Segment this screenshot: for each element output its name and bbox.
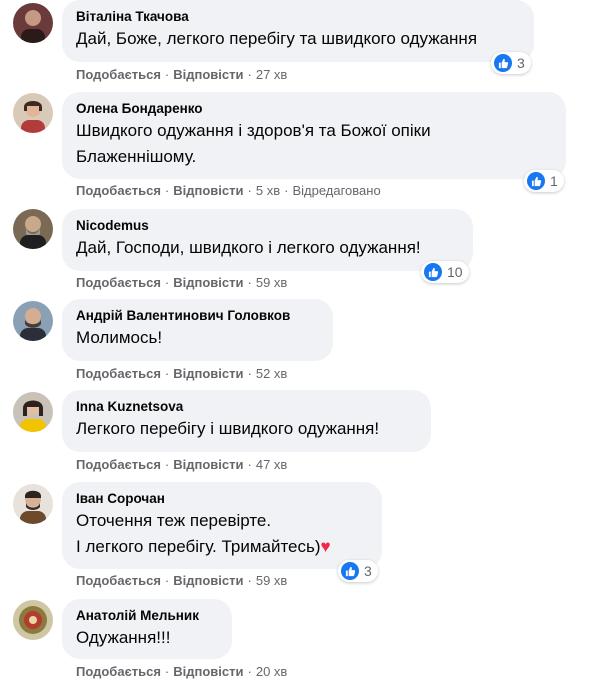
avatar[interactable] <box>13 301 53 341</box>
comment-author[interactable]: Nicodemus <box>76 217 461 235</box>
comment-text: Дай, Боже, легкого перебігу та швидкого … <box>76 29 478 48</box>
timestamp[interactable]: 20 хв <box>256 664 287 679</box>
avatar[interactable] <box>13 209 53 249</box>
timestamp[interactable]: 52 хв <box>256 366 287 381</box>
thumbs-up-icon <box>494 54 512 72</box>
like-button[interactable]: Подобається <box>76 183 161 198</box>
comment-bubble: Іван Сорочан Оточення теж перевірте. І л… <box>62 482 382 569</box>
comment-text: Одужання!!! <box>76 628 171 647</box>
comment-actions: Подобається · Відповісти · 59 хв <box>76 573 288 588</box>
comment-author[interactable]: Андрій Валентинович Головков <box>76 307 321 325</box>
comment-author[interactable]: Анатолій Мельник <box>76 607 220 625</box>
like-button[interactable]: Подобається <box>76 67 161 82</box>
thumbs-up-icon <box>424 263 442 281</box>
reply-button[interactable]: Відповісти <box>173 664 243 679</box>
like-button[interactable]: Подобається <box>76 366 161 381</box>
reply-button[interactable]: Відповісти <box>173 67 243 82</box>
comment-text: Дай, Господи, швидкого і легкого одужанн… <box>76 238 421 257</box>
comment-actions: Подобається · Відповісти · 20 хв <box>76 664 288 679</box>
avatar[interactable] <box>13 600 53 640</box>
comment-text: Легкого перебігу і швидкого одужання! <box>76 419 380 438</box>
avatar[interactable] <box>13 3 53 43</box>
reply-button[interactable]: Відповісти <box>173 573 243 588</box>
comment-actions: Подобається · Відповісти · 59 хв <box>76 275 288 290</box>
reply-button[interactable]: Відповісти <box>173 275 243 290</box>
comment-actions: Подобається · Відповісти · 47 хв <box>76 457 288 472</box>
reaction-count: 3 <box>364 563 372 579</box>
comment-text: Молимось! <box>76 328 163 347</box>
comment-text: І легкого перебігу. Тримайтесь)♥ <box>76 537 331 556</box>
comment-author[interactable]: Іван Сорочан <box>76 490 370 508</box>
like-button[interactable]: Подобається <box>76 573 161 588</box>
reaction-count-badge[interactable]: 1 <box>524 170 564 192</box>
reply-button[interactable]: Відповісти <box>173 457 243 472</box>
comment-bubble: Олена Бондаренко Швидкого одужання і здо… <box>62 92 566 179</box>
heart-emoji-icon: ♥ <box>320 537 331 556</box>
avatar[interactable] <box>13 93 53 133</box>
comment-bubble: Андрій Валентинович Головков Молимось! <box>62 299 333 361</box>
reaction-count-badge[interactable]: 10 <box>421 261 469 283</box>
like-button[interactable]: Подобається <box>76 664 161 679</box>
comment-author[interactable]: Віталіна Ткачова <box>76 8 522 26</box>
timestamp[interactable]: 47 хв <box>256 457 287 472</box>
comment-author[interactable]: Олена Бондаренко <box>76 100 554 118</box>
comment-text: Оточення теж перевірте. <box>76 511 272 530</box>
timestamp[interactable]: 59 хв <box>256 573 287 588</box>
comment-bubble: Анатолій Мельник Одужання!!! <box>62 599 232 659</box>
comment-author[interactable]: Inna Kuznetsova <box>76 398 419 416</box>
reaction-count: 3 <box>517 55 525 71</box>
comment-bubble: Віталіна Ткачова Дай, Боже, легкого пере… <box>62 0 534 62</box>
comment-actions: Подобається · Відповісти · 52 хв <box>76 366 288 381</box>
thumbs-up-icon <box>527 172 545 190</box>
timestamp[interactable]: 5 хв <box>256 183 280 198</box>
thumbs-up-icon <box>341 562 359 580</box>
like-button[interactable]: Подобається <box>76 275 161 290</box>
reply-button[interactable]: Відповісти <box>173 183 243 198</box>
comment-actions: Подобається · Відповісти · 27 хв <box>76 67 288 82</box>
comment-bubble: Inna Kuznetsova Легкого перебігу і швидк… <box>62 390 431 452</box>
reply-button[interactable]: Відповісти <box>173 366 243 381</box>
comment-actions: Подобається · Відповісти · 5 хв · Відредагован… <box>76 183 381 198</box>
timestamp[interactable]: 27 хв <box>256 67 287 82</box>
timestamp[interactable]: 59 хв <box>256 275 287 290</box>
like-button[interactable]: Подобається <box>76 457 161 472</box>
avatar[interactable] <box>13 392 53 432</box>
reaction-count: 10 <box>447 264 463 280</box>
comment-bubble: Nicodemus Дай, Господи, швидкого і легко… <box>62 209 473 271</box>
comment-text: Блаженнішому. <box>76 147 197 166</box>
reaction-count-badge[interactable]: 3 <box>491 52 531 74</box>
reaction-count-badge[interactable]: 3 <box>338 560 378 582</box>
avatar[interactable] <box>13 484 53 524</box>
reaction-count: 1 <box>550 173 558 189</box>
comment-text: Швидкого одужання і здоров'я та Божої оп… <box>76 121 431 140</box>
edited-label[interactable]: Відредаговано <box>292 183 380 198</box>
